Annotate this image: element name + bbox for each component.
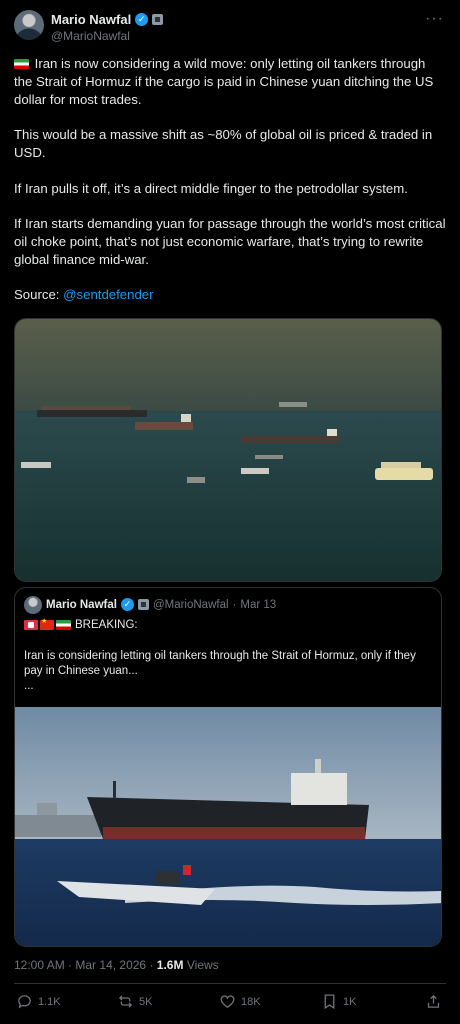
reply-button[interactable]: 1.1K xyxy=(16,993,61,1010)
affiliation-badge-icon[interactable] xyxy=(152,14,164,25)
affiliation-badge-icon xyxy=(137,599,149,610)
tweet-time[interactable]: 12:00 AM xyxy=(14,958,65,972)
tweet-meta: 12:00 AM · Mar 14, 2026 · 1.6M Views xyxy=(14,958,219,972)
iran-flag-icon xyxy=(56,620,71,630)
reply-icon xyxy=(18,995,31,1009)
like-count: 18K xyxy=(241,995,261,1008)
quoted-author-handle: @MarioNawfal xyxy=(152,598,229,611)
meta-dot: · xyxy=(68,958,73,972)
reply-count: 1.1K xyxy=(38,995,61,1008)
repost-button[interactable]: 5K xyxy=(117,993,152,1010)
iran-flag-icon xyxy=(14,59,29,69)
like-button[interactable]: 18K xyxy=(219,993,261,1010)
more-options-icon[interactable]: ··· xyxy=(425,10,444,28)
bookmark-count: 1K xyxy=(343,995,357,1008)
views-label: Views xyxy=(186,958,219,972)
author-name-row: Mario Nawfal ✓ xyxy=(51,12,164,27)
breaking-label: BREAKING: xyxy=(75,619,138,631)
ships-photo xyxy=(15,319,441,581)
quoted-photo-tanker-speedboat xyxy=(15,707,441,946)
sos-icon xyxy=(24,620,38,630)
tweet-paragraph: If Iran pulls it off, it’s a direct midd… xyxy=(14,180,408,196)
tweet-paragraph: This would be a massive shift as ~80% of… xyxy=(14,127,433,160)
tweet-action-bar: 1.1K 5K 18K 1K xyxy=(14,993,446,1017)
meta-separator: · xyxy=(232,598,237,611)
tweet-source: Source: @sentdefender xyxy=(14,287,154,303)
quoted-text: Iran is considering letting oil tankers … xyxy=(24,649,434,694)
tweet-date[interactable]: Mar 14, 2026 xyxy=(75,958,146,972)
china-flag-icon xyxy=(40,617,54,630)
quoted-tweet[interactable]: Mario Nawfal ✓ @MarioNawfal · Mar 13 BRE… xyxy=(14,587,442,947)
quoted-author-name: Mario Nawfal xyxy=(46,598,117,611)
divider xyxy=(14,983,446,984)
tweet-paragraph: Iran is now considering a wild move: onl… xyxy=(14,56,434,107)
source-mention-link[interactable]: @sentdefender xyxy=(63,287,153,302)
quoted-ellipsis: ... xyxy=(24,680,34,692)
meta-dot: · xyxy=(149,958,154,972)
tweet-photo-ships-hormuz[interactable] xyxy=(14,318,442,582)
author-display-name[interactable]: Mario Nawfal xyxy=(51,12,131,27)
tweet-text: Iran is now considering a wild move: onl… xyxy=(14,55,446,304)
tweet-paragraph: If Iran starts demanding yuan for passag… xyxy=(14,216,446,267)
tanker-photo xyxy=(15,707,441,946)
quoted-author-avatar xyxy=(24,596,42,614)
quoted-tweet-header: Mario Nawfal ✓ @MarioNawfal · Mar 13 xyxy=(46,598,276,611)
verified-badge-icon: ✓ xyxy=(135,13,149,26)
author-handle[interactable]: @MarioNawfal xyxy=(51,29,130,43)
repost-icon xyxy=(118,995,133,1008)
views-count: 1.6M xyxy=(156,958,184,972)
repost-count: 5K xyxy=(139,995,153,1008)
bookmark-button[interactable]: 1K xyxy=(321,993,356,1010)
verified-badge-icon: ✓ xyxy=(120,598,134,611)
author-avatar[interactable] xyxy=(14,10,44,40)
heart-icon xyxy=(220,995,235,1008)
tweet-header: Mario Nawfal ✓ @MarioNawfal ··· xyxy=(14,10,446,46)
quoted-date: Mar 13 xyxy=(240,598,277,611)
bookmark-icon xyxy=(324,994,335,1010)
share-button[interactable] xyxy=(425,993,442,1010)
quoted-breaking-line: BREAKING: xyxy=(24,617,138,631)
share-icon xyxy=(427,994,440,1008)
